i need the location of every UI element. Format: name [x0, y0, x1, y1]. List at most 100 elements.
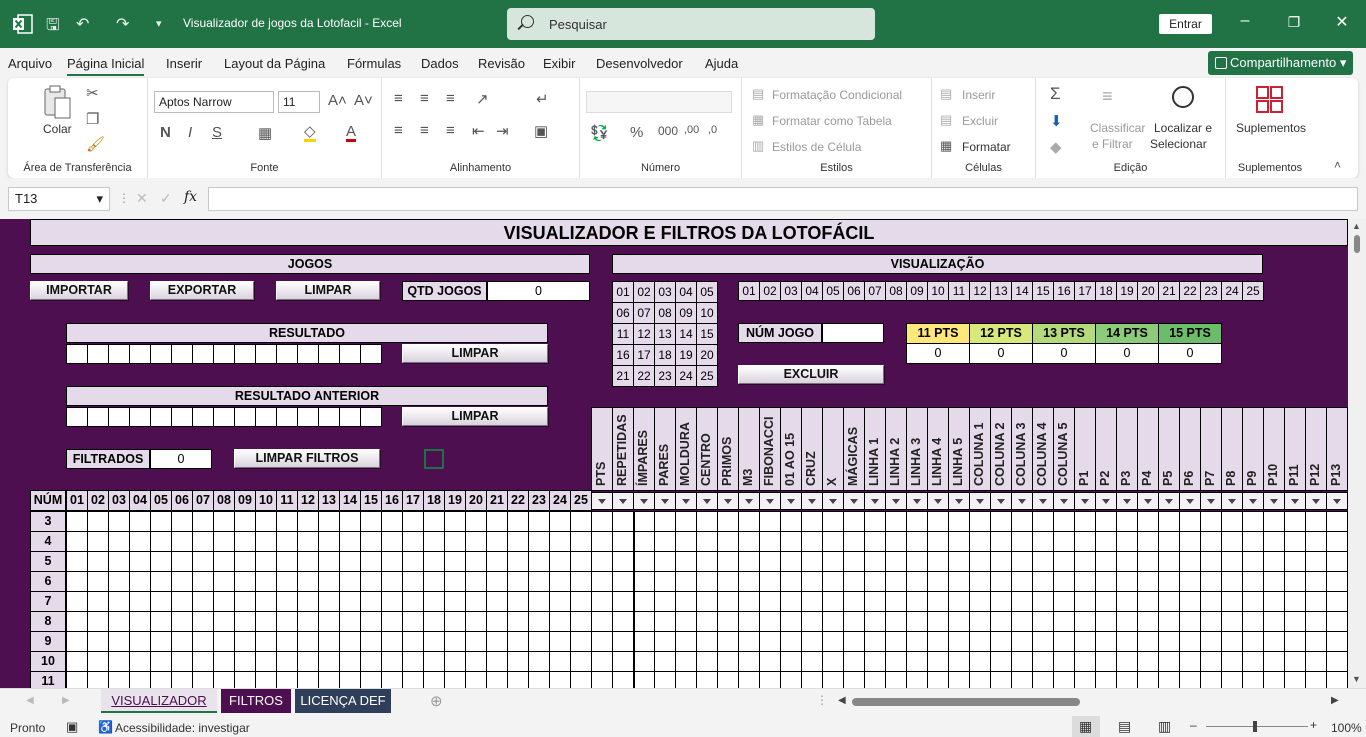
- game-cell[interactable]: [297, 571, 319, 592]
- filter-cell[interactable]: [1053, 611, 1075, 632]
- filter-cell[interactable]: [864, 531, 886, 552]
- game-cell[interactable]: [549, 631, 571, 652]
- game-cell[interactable]: [549, 511, 571, 532]
- filter-cell[interactable]: [1116, 591, 1138, 612]
- resultado-anterior-cell[interactable]: [213, 407, 235, 427]
- restore-icon[interactable]: ❐: [1279, 14, 1309, 31]
- game-cell[interactable]: [339, 531, 361, 552]
- filter-cell[interactable]: [1011, 591, 1033, 612]
- game-cell[interactable]: [129, 671, 151, 688]
- filter-cell[interactable]: [738, 511, 760, 532]
- game-cell[interactable]: [381, 611, 403, 632]
- filter-cell[interactable]: [654, 611, 676, 632]
- game-cell[interactable]: [528, 671, 550, 688]
- filter-cell[interactable]: [969, 531, 991, 552]
- filter-cell[interactable]: [864, 631, 886, 652]
- filter-cell[interactable]: [1326, 591, 1348, 612]
- filter-cell[interactable]: [1242, 631, 1264, 652]
- formula-input[interactable]: [208, 187, 1358, 211]
- resultado-anterior-cell[interactable]: [297, 407, 319, 427]
- filter-cell[interactable]: [1221, 571, 1243, 592]
- filter-cell[interactable]: [654, 651, 676, 672]
- game-cell[interactable]: [486, 571, 508, 592]
- filter-cell[interactable]: [801, 611, 823, 632]
- filter-cell[interactable]: [801, 551, 823, 572]
- name-box-dropdown-icon[interactable]: ▾: [96, 188, 103, 210]
- game-cell[interactable]: [423, 611, 445, 632]
- game-cell[interactable]: [360, 631, 382, 652]
- decrease-font-icon[interactable]: A˅: [354, 92, 373, 109]
- game-cell[interactable]: [150, 511, 172, 532]
- game-cell[interactable]: [276, 611, 298, 632]
- filter-cell[interactable]: [717, 571, 739, 592]
- filter-cell[interactable]: [864, 611, 886, 632]
- game-cell[interactable]: [255, 611, 277, 632]
- resultado-anterior-cell[interactable]: [255, 407, 277, 427]
- filter-cell[interactable]: [1095, 571, 1117, 592]
- scroll-up-icon[interactable]: ▲: [1352, 221, 1361, 231]
- sign-in-button[interactable]: Entrar: [1159, 14, 1212, 34]
- filter-cell[interactable]: [612, 631, 634, 652]
- filter-cell[interactable]: [1200, 551, 1222, 572]
- filter-cell[interactable]: [759, 651, 781, 672]
- game-cell[interactable]: [255, 551, 277, 572]
- next-sheet-icon[interactable]: ▶: [62, 695, 70, 706]
- filter-cell[interactable]: [990, 551, 1012, 572]
- tab-pagina-inicial[interactable]: Página Inicial: [67, 56, 145, 76]
- filter-cell[interactable]: [1179, 551, 1201, 572]
- game-cell[interactable]: [339, 571, 361, 592]
- game-cell[interactable]: [444, 531, 466, 552]
- game-cell[interactable]: [297, 631, 319, 652]
- filter-cell[interactable]: [1158, 531, 1180, 552]
- filter-dropdown-icon[interactable]: [1305, 492, 1327, 510]
- filter-cell[interactable]: [906, 531, 928, 552]
- zoom-level[interactable]: 100%: [1331, 721, 1362, 735]
- filter-cell[interactable]: [822, 651, 844, 672]
- sheet-tab[interactable]: LICENÇA DEF: [295, 689, 391, 713]
- game-cell[interactable]: [423, 571, 445, 592]
- filter-cell[interactable]: [1137, 571, 1159, 592]
- fill-color-icon[interactable]: ◇: [304, 124, 316, 142]
- filter-dropdown-icon[interactable]: [885, 492, 907, 510]
- filter-cell[interactable]: [1200, 631, 1222, 652]
- game-cell[interactable]: [171, 591, 193, 612]
- filter-cell[interactable]: [1053, 651, 1075, 672]
- cell-styles-icon[interactable]: ▥: [752, 138, 764, 154]
- filter-cell[interactable]: [885, 631, 907, 652]
- filter-cell[interactable]: [801, 511, 823, 532]
- game-cell[interactable]: [528, 571, 550, 592]
- italic-icon[interactable]: I: [188, 124, 192, 141]
- align-bottom-icon[interactable]: ≡: [446, 90, 455, 107]
- filter-cell[interactable]: [696, 631, 718, 652]
- filter-cell[interactable]: [1242, 571, 1264, 592]
- filter-cell[interactable]: [906, 571, 928, 592]
- filter-cell[interactable]: [633, 591, 655, 612]
- filter-dropdown-icon[interactable]: [1200, 492, 1222, 510]
- game-cell[interactable]: [129, 611, 151, 632]
- game-cell[interactable]: [108, 671, 130, 688]
- game-cell[interactable]: [570, 531, 592, 552]
- tab-revisao[interactable]: Revisão: [478, 56, 525, 71]
- game-cell[interactable]: [339, 591, 361, 612]
- filter-cell[interactable]: [612, 571, 634, 592]
- filter-cell[interactable]: [591, 651, 613, 672]
- filter-cell[interactable]: [1116, 531, 1138, 552]
- filter-cell[interactable]: [927, 571, 949, 592]
- game-cell[interactable]: [465, 571, 487, 592]
- filter-cell[interactable]: [633, 531, 655, 552]
- resultado-cell[interactable]: [297, 344, 319, 364]
- filter-cell[interactable]: [801, 631, 823, 652]
- filter-cell[interactable]: [696, 671, 718, 688]
- game-cell[interactable]: [402, 631, 424, 652]
- game-cell[interactable]: [192, 631, 214, 652]
- game-cell[interactable]: [507, 611, 529, 632]
- filter-cell[interactable]: [1200, 531, 1222, 552]
- filter-cell[interactable]: [675, 671, 697, 688]
- copy-icon[interactable]: ❐: [86, 110, 99, 128]
- filter-cell[interactable]: [612, 531, 634, 552]
- game-cell[interactable]: [360, 591, 382, 612]
- game-cell[interactable]: [507, 591, 529, 612]
- tab-exibir[interactable]: Exibir: [543, 56, 576, 71]
- game-cell[interactable]: [318, 591, 340, 612]
- fill-icon[interactable]: ⬇: [1050, 112, 1063, 130]
